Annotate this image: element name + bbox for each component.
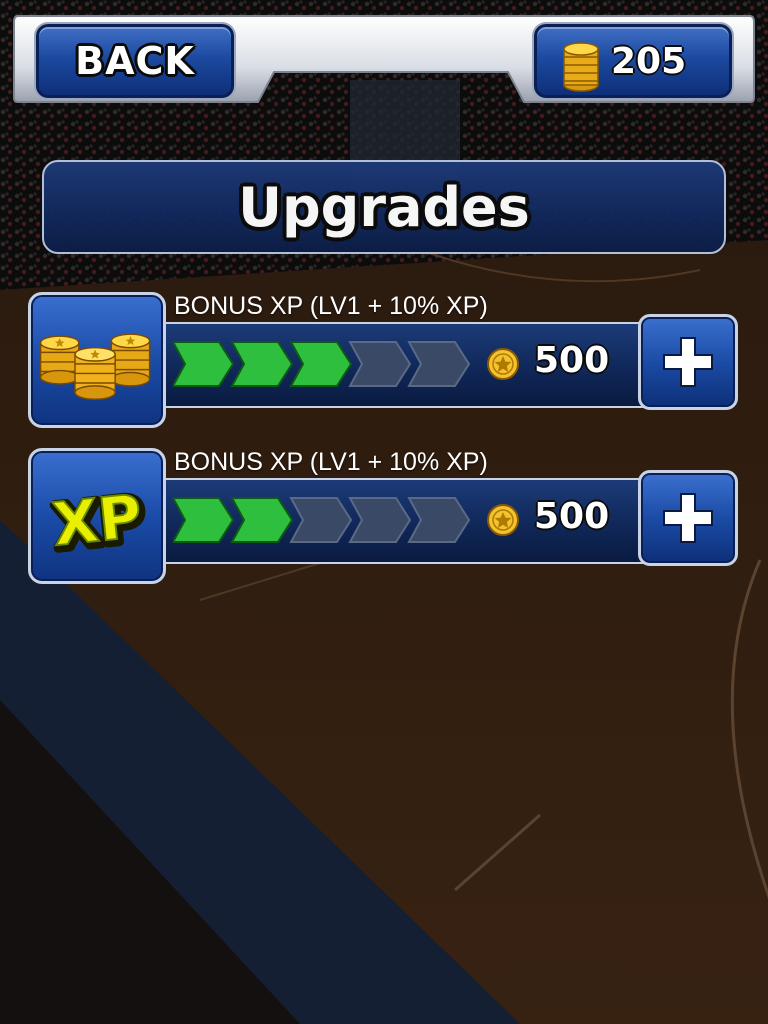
coin-balance-display: 205 [534,24,732,98]
coin-stack-icon [563,42,599,92]
upgrade-row: BONUS XP (LV1 + 10% XP) 500 XP XP [28,448,740,588]
level-segment-filled [173,497,235,543]
level-segment-filled [230,497,294,543]
xp-icon-tile: XP XP [28,448,166,584]
level-segment-empty [348,341,412,387]
upgrade-price: 500 [534,496,610,537]
back-button[interactable]: BACK [36,24,234,98]
level-progress [173,497,471,543]
level-segment-empty [407,341,471,387]
level-progress [173,341,471,387]
upgrade-label: BONUS XP (LV1 + 10% XP) [174,448,488,476]
top-bar: BACK 205 [12,14,756,104]
level-segment-filled [230,341,294,387]
coin-icon [487,504,519,536]
coin-stacks-icon-tile [28,292,166,428]
title-panel: Upgrades [42,160,726,254]
level-segment-empty [289,497,353,543]
page-title: Upgrades [238,175,530,239]
coin-balance-value: 205 [611,41,687,82]
level-segment-filled [289,341,353,387]
upgrade-label: BONUS XP (LV1 + 10% XP) [174,292,488,320]
upgrade-row: BONUS XP (LV1 + 10% XP) 500 [28,292,740,432]
coin-stacks-icon [39,333,151,400]
plus-icon [663,337,713,387]
upgrade-price: 500 [534,340,610,381]
xp-icon: XP XP [47,479,152,567]
back-button-label: BACK [75,39,195,83]
level-segment-empty [348,497,412,543]
coin-icon [487,348,519,380]
level-segment-empty [407,497,471,543]
level-segment-filled [173,341,235,387]
plus-icon [663,493,713,543]
upgrade-plus-button[interactable] [638,314,738,410]
svg-text:XP: XP [49,481,145,559]
upgrade-plus-button[interactable] [638,470,738,566]
